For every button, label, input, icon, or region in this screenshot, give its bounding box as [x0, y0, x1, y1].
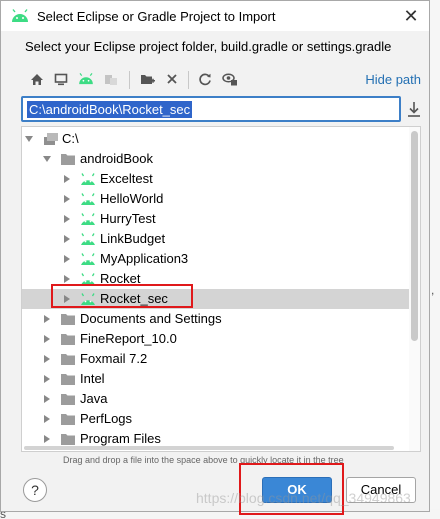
tree-label: LinkBudget [100, 231, 166, 246]
folder-icon [61, 374, 75, 385]
tree-label: Foxmail 7.2 [80, 351, 148, 366]
tree-label: Documents and Settings [80, 311, 222, 326]
scrollbar-thumb[interactable] [411, 131, 418, 341]
folder-icon [61, 394, 75, 405]
new-folder-icon[interactable] [137, 69, 157, 89]
tree-row[interactable]: FineReport_10.0 [22, 329, 409, 349]
chevron-right-icon[interactable] [62, 194, 72, 204]
chevron-right-icon[interactable] [62, 174, 72, 184]
desktop-icon[interactable] [51, 69, 71, 89]
drive-icon [44, 133, 58, 145]
folder-icon [61, 354, 75, 365]
toolbar-separator [129, 71, 130, 89]
highlight-box-selected-project [51, 284, 193, 308]
android-icon [81, 213, 95, 225]
folder-icon [61, 414, 75, 425]
chevron-right-icon[interactable] [42, 354, 52, 364]
tree-row[interactable]: Exceltest [22, 169, 409, 189]
android-icon [81, 173, 95, 185]
scrollbar-thumb[interactable] [24, 446, 394, 450]
watermark: https://blog.csdn.net/qq_34949863 [196, 490, 411, 506]
chevron-right-icon[interactable] [42, 394, 52, 404]
chevron-right-icon[interactable] [62, 254, 72, 264]
module-icon[interactable] [101, 69, 121, 89]
refresh-icon[interactable] [195, 69, 215, 89]
android-icon [81, 233, 95, 245]
instructions-label: Select your Eclipse project folder, buil… [25, 39, 392, 54]
android-icon [81, 253, 95, 265]
tree-label: HelloWorld [100, 191, 164, 206]
chevron-down-icon[interactable] [24, 134, 34, 144]
chevron-down-icon[interactable] [42, 154, 52, 164]
folder-icon [61, 334, 75, 345]
tree-label: androidBook [80, 151, 153, 166]
tree-row[interactable]: Foxmail 7.2 [22, 349, 409, 369]
tree-label: MyApplication3 [100, 251, 189, 266]
tree-row[interactable]: androidBook [22, 149, 409, 169]
toolbar-separator [188, 71, 189, 89]
chevron-right-icon[interactable] [42, 334, 52, 344]
tree-row[interactable]: PerfLogs [22, 409, 409, 429]
tree-row[interactable]: Java [22, 389, 409, 409]
home-icon[interactable] [27, 69, 47, 89]
import-project-dialog: Select Eclipse or Gradle Project to Impo… [0, 0, 430, 512]
show-hidden-icon[interactable] [220, 69, 240, 89]
path-input[interactable]: C:\androidBook\Rocket_sec [21, 96, 401, 122]
horizontal-scrollbar[interactable] [22, 445, 409, 451]
close-icon[interactable]: ✕ [401, 6, 421, 26]
tree-row[interactable]: MyApplication3 [22, 249, 409, 269]
tree-label: C:\ [62, 131, 79, 146]
file-toolbar: Hide path [21, 67, 425, 93]
android-icon [81, 193, 95, 205]
background-text-fragment: , [431, 283, 435, 297]
tree-label: PerfLogs [80, 411, 133, 426]
help-button[interactable]: ? [23, 478, 47, 502]
tree-row[interactable]: LinkBudget [22, 229, 409, 249]
tree-row[interactable]: Intel [22, 369, 409, 389]
hide-path-link[interactable]: Hide path [365, 72, 421, 87]
chevron-right-icon[interactable] [42, 374, 52, 384]
tree-row[interactable]: HurryTest [22, 209, 409, 229]
tree-label: Java [80, 391, 108, 406]
tree-label: Exceltest [100, 171, 153, 186]
delete-icon[interactable] [162, 69, 182, 89]
tree-label: Intel [80, 371, 105, 386]
tree-label: FineReport_10.0 [80, 331, 177, 346]
path-input-value: C:\androidBook\Rocket_sec [27, 101, 193, 118]
chevron-right-icon[interactable] [62, 214, 72, 224]
tree-label: HurryTest [100, 211, 156, 226]
title-bar[interactable]: Select Eclipse or Gradle Project to Impo… [1, 1, 429, 31]
tree-row[interactable]: Documents and Settings [22, 309, 409, 329]
chevron-right-icon[interactable] [62, 234, 72, 244]
folder-icon [61, 154, 75, 165]
tree-row-root[interactable]: C:\ [22, 129, 409, 149]
android-icon [12, 9, 28, 22]
chevron-right-icon[interactable] [42, 434, 52, 444]
android-project-icon[interactable] [76, 69, 96, 89]
folder-icon [61, 314, 75, 325]
highlight-box-ok-button [239, 463, 344, 515]
download-icon[interactable] [405, 99, 423, 119]
chevron-right-icon[interactable] [42, 414, 52, 424]
window-title: Select Eclipse or Gradle Project to Impo… [37, 9, 276, 24]
tree-row[interactable]: HelloWorld [22, 189, 409, 209]
chevron-right-icon[interactable] [42, 314, 52, 324]
chevron-right-icon[interactable] [62, 274, 72, 284]
